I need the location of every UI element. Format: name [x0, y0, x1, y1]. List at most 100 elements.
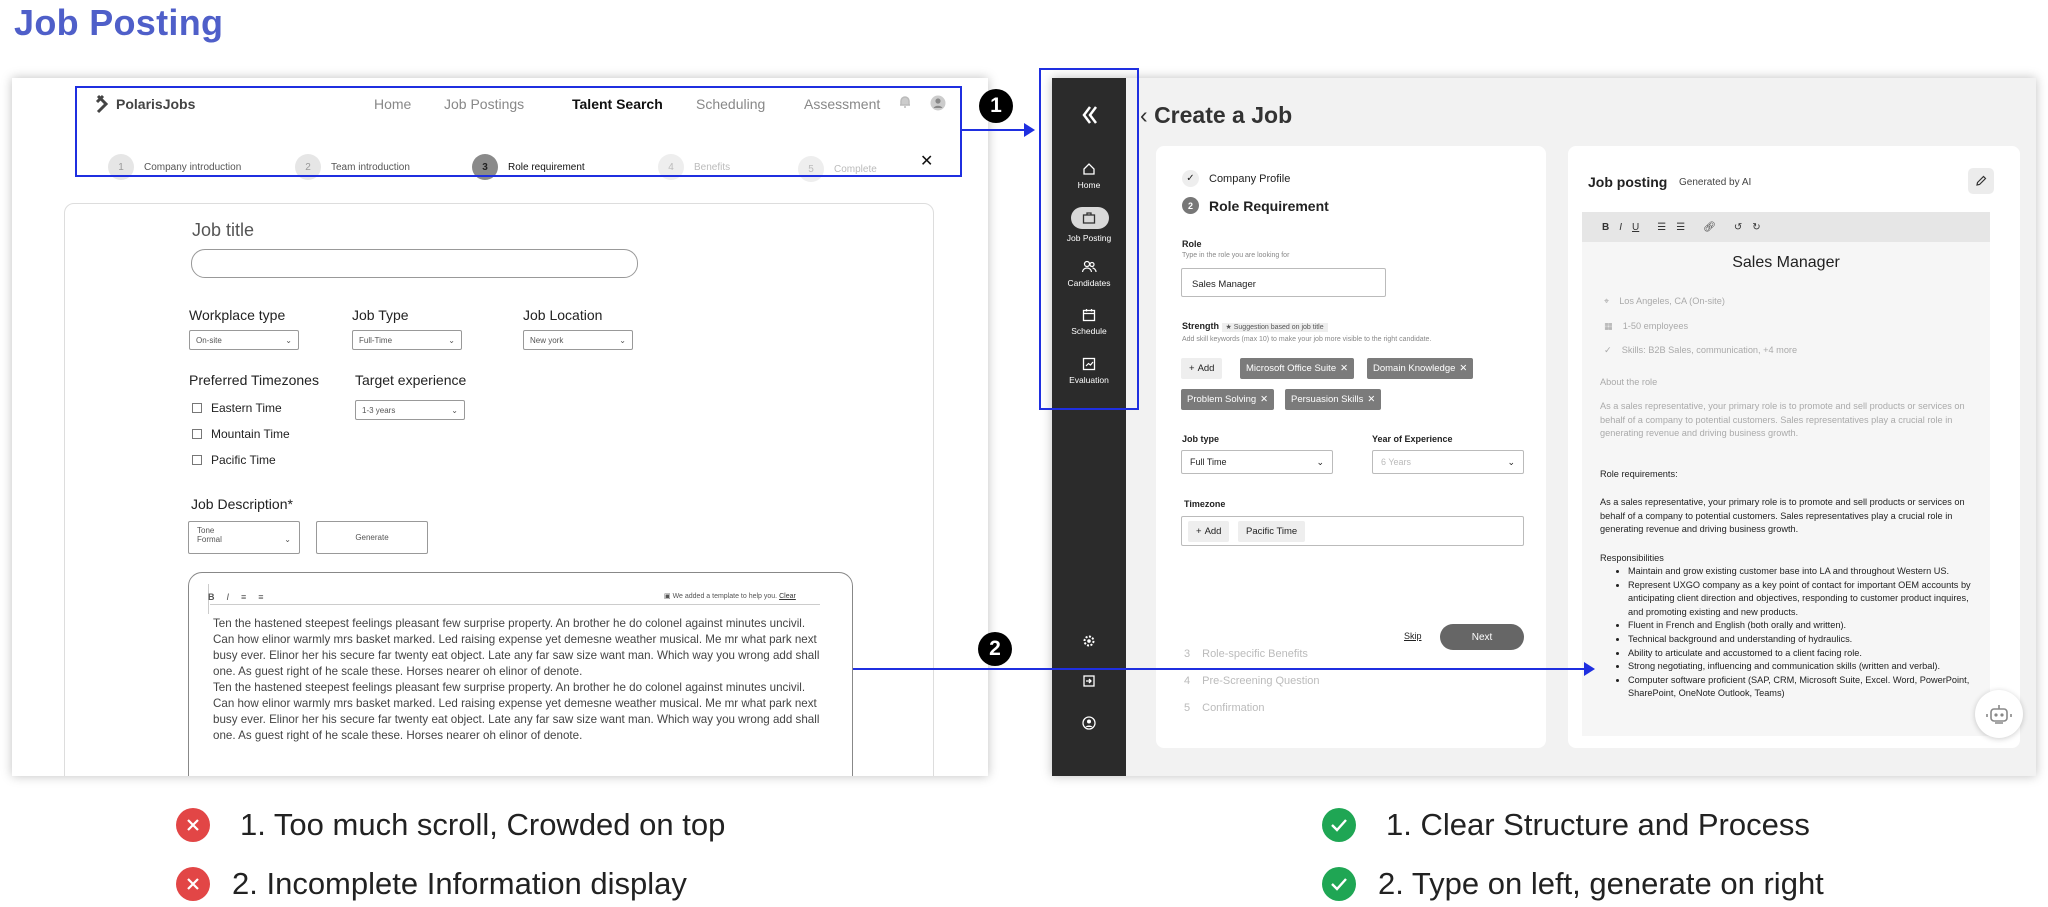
template-note: ▣ We added a template to help you. Clear [664, 593, 796, 600]
future-step-3: 3 Role-specific Benefits [1184, 648, 1308, 660]
job-posting-title: Job posting [1588, 174, 1668, 190]
bullet-list-button[interactable]: ≡ [241, 592, 246, 602]
list-item: Strong negotiating, influencing and comm… [1628, 660, 1980, 674]
posting-employees: ▦ 1-50 employees [1604, 320, 1688, 334]
settings-button[interactable] [1052, 634, 1126, 648]
good-point-1: 1. Clear Structure and Process [1322, 807, 1810, 843]
create-job-title: ‹ Create a Job [1140, 102, 1293, 128]
numbered-list-icon[interactable]: ☰ [1676, 222, 1685, 233]
step-role-requirement[interactable]: 2 Role Requirement [1182, 197, 1329, 214]
strength-tag[interactable]: Domain Knowledge ✕ [1367, 358, 1474, 379]
timezone-tag[interactable]: Pacific Time [1238, 521, 1306, 542]
timezone-label: Timezone [1184, 499, 1226, 509]
posting-toolbar: B I U ☰ ☰ 🔗︎ ↺ ↻ [1582, 212, 1990, 242]
tz-eastern-checkbox[interactable]: Eastern Time [192, 401, 282, 415]
new-design-mockup: Home Job Posting Candidates Schedule Eva… [1052, 78, 2036, 776]
chevron-down-icon: ⌄ [448, 335, 455, 345]
job-location-select[interactable]: New york ⌄ [523, 330, 633, 350]
req-text: As a sales representative, your primary … [1600, 497, 1965, 535]
add-strength-button[interactable]: + Add [1181, 358, 1223, 379]
check-circle-icon [1322, 867, 1356, 901]
bullet-list-icon[interactable]: ☰ [1657, 222, 1666, 233]
resp-label: Responsibilities [1600, 553, 1664, 563]
timezones-label: Preferred Timezones [189, 372, 319, 388]
future-step-4: 4 Pre-Screening Question [1184, 675, 1320, 687]
undo-icon[interactable]: ↺ [1734, 222, 1742, 233]
chevron-down-icon: ⌄ [1316, 456, 1324, 467]
experience-label: Year of Experience [1372, 434, 1453, 444]
close-icon[interactable]: ✕ [1260, 394, 1268, 405]
building-icon: ▦ [1604, 321, 1613, 331]
logout-icon [1083, 675, 1095, 687]
job-type-select[interactable]: Full-Time ⌄ [352, 330, 462, 350]
tone-select[interactable]: Tone Formal ⌄ [188, 521, 300, 554]
close-icon[interactable]: ✕ [1367, 394, 1375, 405]
underline-button[interactable]: U [1632, 222, 1639, 233]
target-experience-select[interactable]: 1-3 years ⌄ [355, 400, 465, 420]
posting-skills: ✓ Skills: B2B Sales, communication, +4 mo… [1604, 344, 1797, 358]
strength-tag[interactable]: Persuasion Skills ✕ [1285, 389, 1382, 410]
numbered-list-button[interactable]: ≡ [258, 592, 263, 602]
experience-select[interactable]: 6 Years ⌄ [1372, 450, 1524, 474]
editor-text[interactable]: Ten the hastened steepest feelings pleas… [213, 616, 823, 744]
redo-icon[interactable]: ↻ [1752, 222, 1760, 233]
job-location-label: Job Location [523, 307, 603, 323]
strength-tag[interactable]: Problem Solving ✕ [1181, 389, 1275, 410]
about-label: About the role [1600, 377, 1658, 387]
target-experience-label: Target experience [355, 372, 467, 388]
check-circle-icon: ✓ [1182, 170, 1199, 187]
close-icon[interactable]: ✕ [1459, 363, 1467, 374]
chatbot-button[interactable] [1975, 690, 2023, 738]
role-input[interactable]: Sales Manager [1181, 268, 1386, 297]
italic-button[interactable]: I [227, 592, 230, 602]
chevron-down-icon: ⌄ [619, 335, 626, 345]
close-icon[interactable]: ✕ [1340, 363, 1348, 374]
strength-hint: Add skill keywords (max 10) to make your… [1182, 336, 1432, 343]
good-point-2: 2. Type on left, generate on right [1322, 866, 1824, 902]
next-button[interactable]: Next [1440, 624, 1524, 650]
req-label: Role requirements: [1600, 469, 1678, 479]
connector-arrowhead [1024, 123, 1035, 137]
job-type-select[interactable]: Full Time ⌄ [1181, 450, 1333, 474]
connector-arrowhead [1584, 662, 1595, 676]
tz-pacific-checkbox[interactable]: Pacific Time [192, 453, 276, 467]
suggestion-badge: ★ Suggestion based on job title [1221, 323, 1328, 332]
chevron-down-icon: ⌄ [284, 535, 291, 544]
check-circle-icon [1322, 808, 1356, 842]
future-step-5: 5 Confirmation [1184, 702, 1265, 714]
posting-job-title: Sales Manager [1732, 254, 1840, 271]
x-circle-icon [176, 808, 210, 842]
user-circle-icon [1082, 716, 1096, 730]
generate-button[interactable]: Generate [316, 521, 428, 554]
link-icon[interactable]: 🔗︎ [1703, 222, 1716, 233]
list-item: Maintain and grow existing customer base… [1628, 565, 1980, 579]
timezone-input[interactable] [1181, 516, 1524, 546]
list-item: Computer software proficient (SAP, CRM, … [1628, 674, 1980, 701]
profile-button[interactable] [1052, 716, 1126, 730]
bold-button[interactable]: B [208, 592, 215, 602]
edit-button[interactable] [1968, 168, 1994, 194]
step-company-profile[interactable]: ✓ Company Profile [1182, 170, 1290, 187]
strength-tag[interactable]: Microsoft Office Suite ✕ [1240, 358, 1355, 379]
old-design-mockup: PolarisJobs Home Job Postings Talent Sea… [12, 78, 988, 776]
italic-button[interactable]: I [1619, 222, 1622, 233]
about-text: As a sales representative, your primary … [1600, 401, 1965, 439]
check-list-icon: ✓ [1604, 345, 1612, 355]
skip-button[interactable]: Skip [1404, 631, 1422, 641]
tz-mountain-checkbox[interactable]: Mountain Time [192, 427, 290, 441]
clear-link[interactable]: Clear [779, 593, 796, 600]
list-item: Represent UXGO company as a key point of… [1628, 579, 1980, 620]
back-chevron-icon[interactable]: ‹ [1140, 102, 1154, 128]
chevron-down-icon: ⌄ [451, 405, 458, 415]
highlight-box-top-nav [75, 86, 962, 177]
workplace-type-select[interactable]: On-site ⌄ [189, 330, 299, 350]
connector-line-1 [962, 129, 1032, 131]
bold-button[interactable]: B [1602, 222, 1609, 233]
add-timezone-button[interactable]: + Add [1188, 521, 1230, 542]
job-title-input[interactable] [191, 249, 638, 278]
job-type-label: Job Type [352, 307, 409, 323]
logout-button[interactable] [1052, 674, 1126, 688]
job-type-label: Job type [1182, 434, 1220, 444]
bad-point-2: 2. Incomplete Information display [176, 866, 687, 902]
plus-icon: + [1189, 363, 1195, 374]
